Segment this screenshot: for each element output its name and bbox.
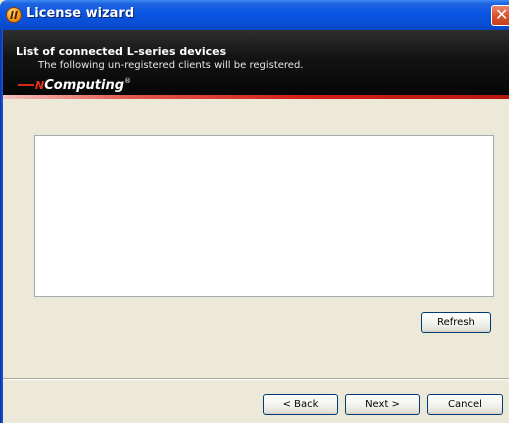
- back-button[interactable]: < Back: [263, 394, 338, 415]
- ncomputing-logo: NComputing®: [18, 74, 132, 93]
- header-accent-line: [3, 95, 509, 99]
- title-bar[interactable]: License wizard ✕: [0, 0, 509, 30]
- logo-registered-mark: ®: [124, 77, 132, 85]
- logo-accent-line: [18, 84, 34, 86]
- page-subheading: The following un-registered clients will…: [38, 60, 304, 71]
- logo-prefix: N: [35, 79, 45, 92]
- ncomputing-app-icon: [6, 7, 22, 23]
- license-wizard-window: License wizard ✕ List of connected L-ser…: [0, 0, 509, 423]
- cancel-button[interactable]: Cancel: [427, 394, 503, 415]
- refresh-button[interactable]: Refresh: [421, 312, 491, 333]
- footer-separator: [3, 378, 509, 380]
- close-icon: ✕: [495, 5, 509, 24]
- close-button[interactable]: ✕: [491, 5, 509, 26]
- logo-text: Computing: [44, 78, 125, 93]
- page-heading: List of connected L-series devices: [16, 45, 227, 58]
- device-list[interactable]: [34, 135, 494, 297]
- window-title: License wizard: [26, 6, 135, 21]
- next-button[interactable]: Next >: [345, 394, 420, 415]
